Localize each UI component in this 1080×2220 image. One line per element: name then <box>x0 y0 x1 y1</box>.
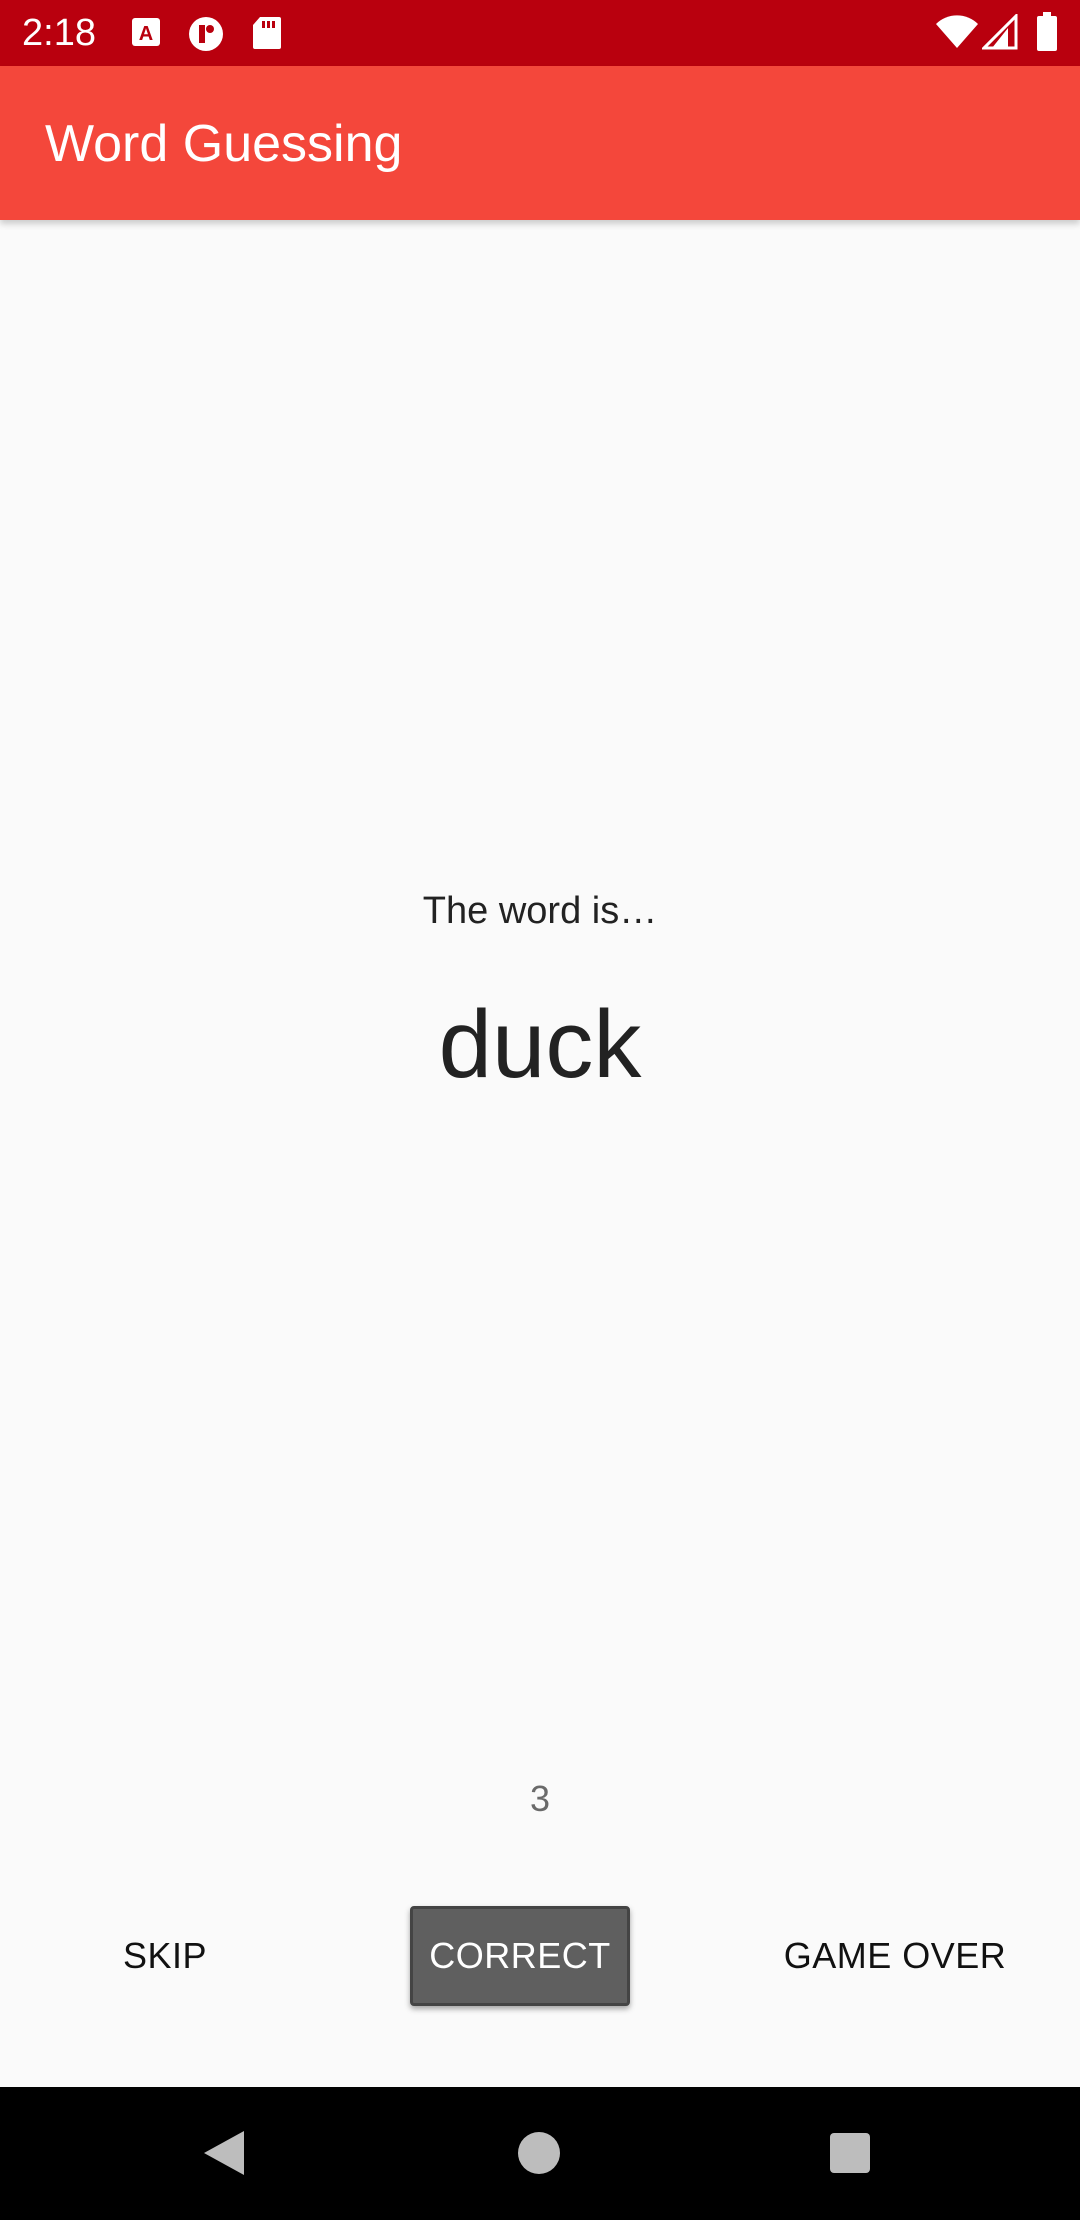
word-label: The word is… <box>422 890 658 932</box>
battery-icon <box>1036 12 1058 57</box>
app-title: Word Guessing <box>45 115 403 173</box>
signal-icon <box>980 12 1018 55</box>
recents-icon[interactable] <box>830 2133 870 2173</box>
svg-text:A: A <box>139 23 153 45</box>
back-icon[interactable] <box>202 2129 246 2182</box>
skip-button[interactable]: SKIP <box>40 1906 290 2006</box>
current-word: duck <box>438 991 642 1098</box>
score-counter: 3 <box>529 1778 551 1819</box>
sd-card-icon <box>252 16 282 55</box>
wifi-icon <box>935 14 979 55</box>
screen: 2:18 A Word Guessing The word is… duck 3… <box>0 0 1080 2220</box>
home-icon[interactable] <box>518 2132 560 2174</box>
game-over-button[interactable]: GAME OVER <box>770 1906 1020 2006</box>
status-bar: 2:18 A <box>0 0 1080 66</box>
a-notification-icon: A <box>130 16 162 53</box>
status-time: 2:18 <box>22 12 96 54</box>
circle-p-notification-icon <box>188 16 224 57</box>
app-bar: Word Guessing <box>0 66 1080 220</box>
navigation-bar <box>0 2087 1080 2220</box>
correct-button[interactable]: CORRECT <box>410 1906 630 2006</box>
